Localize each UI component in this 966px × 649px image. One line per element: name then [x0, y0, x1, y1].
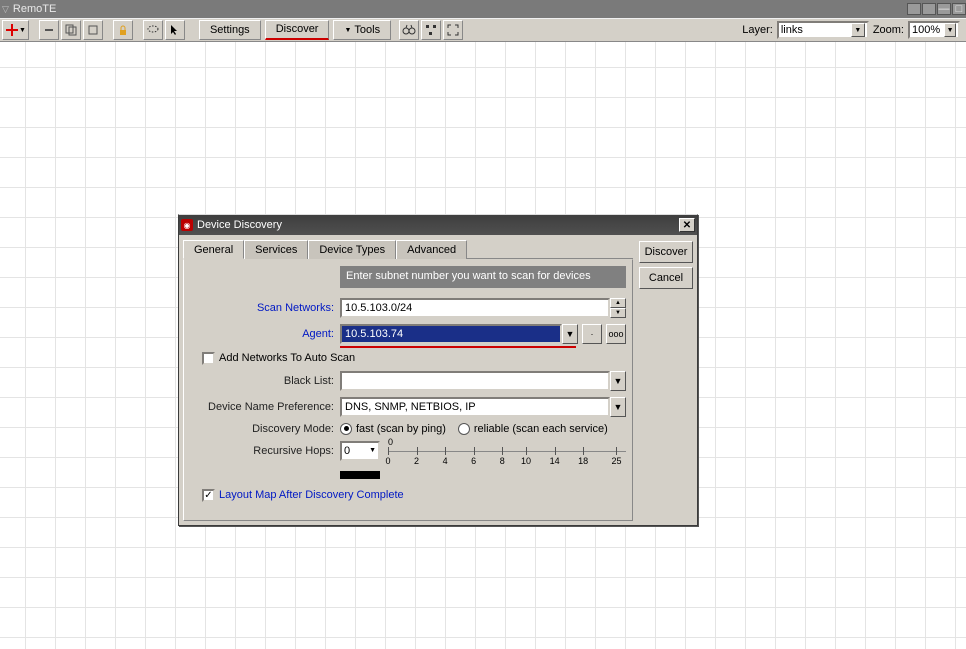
- recursive-hops-label: Recursive Hops:: [190, 441, 340, 457]
- close-icon: ✕: [683, 220, 691, 231]
- mode-reliable-label: reliable (scan each service): [474, 423, 608, 435]
- expand-icon: [447, 24, 459, 36]
- tools-button[interactable]: ▼Tools: [333, 20, 391, 40]
- minus-icon: [43, 24, 55, 36]
- dialog-tabs: General Services Device Types Advanced: [183, 239, 633, 259]
- paste-icon: [87, 24, 99, 36]
- minus-button[interactable]: [39, 20, 59, 40]
- device-discovery-dialog: ◉ Device Discovery ✕ General Services De…: [178, 214, 698, 526]
- layout-after-checkbox[interactable]: ✓: [202, 489, 215, 502]
- mode-fast-radio[interactable]: [340, 423, 352, 435]
- plus-icon: [5, 23, 19, 37]
- close-button[interactable]: ✕: [679, 218, 695, 232]
- layout-after-label: Layout Map After Discovery Complete: [219, 489, 404, 501]
- discover-action-button[interactable]: Discover: [639, 241, 693, 263]
- window-button-1[interactable]: [907, 3, 921, 15]
- dn-pref-dropdown-button[interactable]: ▼: [610, 397, 626, 417]
- tab-device-types[interactable]: Device Types: [308, 240, 396, 259]
- black-list-label: Black List:: [190, 375, 340, 387]
- scan-networks-input[interactable]: 10.5.103.0/24: [340, 298, 610, 318]
- settings-button[interactable]: Settings: [199, 20, 261, 40]
- dn-pref-select[interactable]: DNS, SNMP, NETBIOS, IP: [340, 397, 610, 417]
- hint-text: Enter subnet number you want to scan for…: [340, 266, 626, 288]
- discover-label: Discover: [276, 23, 319, 35]
- minimize-button[interactable]: —: [937, 3, 951, 15]
- window-button-2[interactable]: [922, 3, 936, 15]
- settings-label: Settings: [210, 24, 250, 36]
- window-title: RemoTE: [13, 3, 56, 15]
- lock-icon: [117, 24, 129, 36]
- dialog-titlebar[interactable]: ◉ Device Discovery ✕: [179, 215, 697, 235]
- window-menu-icon[interactable]: ▽: [2, 4, 9, 15]
- agent-underline: [340, 346, 576, 348]
- maximize-button[interactable]: □: [952, 3, 966, 15]
- dialog-icon: ◉: [181, 219, 193, 231]
- zoom-label: Zoom:: [873, 24, 904, 36]
- add-auto-scan-label: Add Networks To Auto Scan: [219, 352, 355, 364]
- agent-dropdown-button[interactable]: ▼: [562, 324, 578, 344]
- agent-browse-button[interactable]: ooo: [606, 324, 626, 344]
- dn-pref-label: Device Name Preference:: [190, 401, 340, 413]
- zoom-value: 100%: [912, 24, 940, 36]
- recursive-hops-slider[interactable]: 0 0 2 4 6 8 10 14 18 25: [388, 441, 626, 467]
- lasso-icon: [147, 24, 159, 36]
- discovery-mode-label: Discovery Mode:: [190, 423, 340, 435]
- hops-indicator: [340, 471, 380, 479]
- mode-fast-label: fast (scan by ping): [356, 423, 446, 435]
- arrange-button[interactable]: [421, 20, 441, 40]
- add-auto-scan-checkbox[interactable]: [202, 352, 215, 365]
- pointer-icon: [170, 24, 180, 36]
- canvas[interactable]: ◉ Device Discovery ✕ General Services De…: [0, 42, 966, 649]
- pointer-button[interactable]: [165, 20, 185, 40]
- tab-advanced[interactable]: Advanced: [396, 240, 467, 259]
- nodes-icon: [425, 24, 437, 36]
- chevron-down-icon: ▼: [851, 23, 865, 37]
- add-button[interactable]: ▼: [2, 20, 29, 40]
- paste-button[interactable]: [83, 20, 103, 40]
- recursive-hops-input[interactable]: 0▼: [340, 441, 380, 461]
- toolbar: ▼ Settings Discover ▼Tools Layer: links …: [0, 18, 966, 42]
- agent-point-button[interactable]: ·: [582, 324, 602, 344]
- binoculars-icon: [402, 24, 416, 36]
- agent-select[interactable]: 10.5.103.74: [340, 324, 562, 344]
- tools-label: Tools: [354, 24, 380, 36]
- lasso-button[interactable]: [143, 20, 163, 40]
- window-titlebar: ▽ RemoTE — □: [0, 0, 966, 18]
- copy-icon: [65, 24, 77, 36]
- expand-button[interactable]: [443, 20, 463, 40]
- chevron-down-icon: ▼: [944, 23, 956, 37]
- scan-networks-label: Scan Networks:: [190, 302, 340, 314]
- slider-marker: 0: [388, 437, 393, 447]
- layer-select[interactable]: links ▼: [777, 21, 869, 39]
- copy-button[interactable]: [61, 20, 81, 40]
- layer-label: Layer:: [742, 24, 773, 36]
- tab-general-panel: Enter subnet number you want to scan for…: [183, 259, 633, 521]
- agent-label: Agent:: [190, 328, 340, 340]
- black-list-select[interactable]: [340, 371, 610, 391]
- cancel-button[interactable]: Cancel: [639, 267, 693, 289]
- tab-services[interactable]: Services: [244, 240, 308, 259]
- find-button[interactable]: [399, 20, 419, 40]
- discover-button[interactable]: Discover: [265, 20, 330, 40]
- scan-networks-spinner[interactable]: ▲▼: [610, 298, 626, 318]
- tab-general[interactable]: General: [183, 240, 244, 259]
- layer-value: links: [781, 24, 847, 36]
- mode-reliable-radio[interactable]: [458, 423, 470, 435]
- zoom-select[interactable]: 100% ▼: [908, 21, 960, 39]
- black-list-dropdown-button[interactable]: ▼: [610, 371, 626, 391]
- dialog-title: Device Discovery: [197, 219, 282, 231]
- lock-button[interactable]: [113, 20, 133, 40]
